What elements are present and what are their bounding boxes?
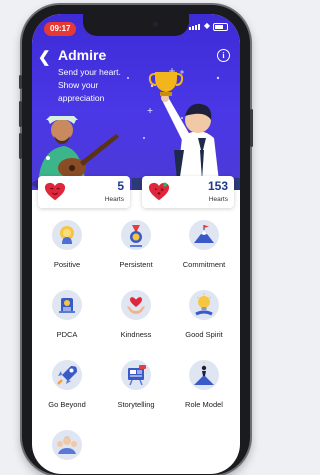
battery-icon (213, 23, 228, 31)
camera (153, 22, 158, 27)
gear-lightbulb-icon (52, 290, 82, 320)
person-summit-icon (189, 360, 219, 390)
hands-heart-icon (121, 290, 151, 320)
page-title: Admire (58, 47, 107, 63)
mountain-flag-icon (189, 220, 219, 250)
mute-switch (19, 75, 22, 89)
wifi-icon: ◆ (203, 21, 210, 30)
notch (83, 14, 189, 36)
phone-frame: 09:17 ◆ ❮ Admire i Send your heart. Show… (19, 5, 253, 475)
badge-commitment[interactable]: Commitment (174, 220, 234, 269)
badge-role-model[interactable]: Role Model (174, 360, 234, 409)
hearts-received-count: 5 (117, 179, 124, 193)
hearts-received-label: Hearts (104, 196, 124, 203)
medal-icon (121, 220, 151, 250)
screen: 09:17 ◆ ❮ Admire i Send your heart. Show… (32, 14, 240, 474)
badge-persistent[interactable]: Persistent (106, 220, 166, 269)
hearts-sent-label: Hearts (208, 196, 228, 203)
badge-kindness[interactable]: Kindness (106, 290, 166, 339)
storyboard-icon (121, 360, 151, 390)
back-button[interactable]: ❮ (38, 48, 51, 66)
badge-label: Commitment (182, 260, 226, 269)
badge-positive[interactable]: Positive (37, 220, 97, 269)
badge-label: Kindness (120, 330, 152, 339)
badge-go-beyond[interactable]: Go Beyond (37, 360, 97, 409)
hearts-received-card[interactable]: 5 Hearts (38, 176, 130, 208)
subtitle-line-1: Send your heart. (58, 67, 121, 77)
subtitle-line-3: appreciation (58, 93, 105, 103)
heart-kiss-icon (148, 182, 170, 201)
badge-label: Good Spirit (185, 330, 223, 339)
power-button (250, 109, 253, 147)
volume-down-button (19, 133, 22, 159)
info-icon[interactable]: i (217, 49, 230, 62)
badge-label: Persistent (119, 260, 153, 269)
head-sun-icon (52, 220, 82, 250)
hearts-sent-count: 153 (207, 179, 228, 193)
signal-icon (188, 23, 201, 31)
badge-storytelling[interactable]: Storytelling (106, 360, 166, 409)
badge-label: Role Model (185, 400, 223, 409)
page-subtitle: Send your heart. Show your appreciation (58, 66, 138, 105)
heart-icon (44, 182, 66, 201)
badge-label: PDCA (56, 330, 78, 339)
badge-label: Storytelling (117, 400, 155, 409)
hearts-sent-card[interactable]: 153 Hearts (142, 176, 234, 208)
volume-up-button (19, 101, 22, 127)
status-time: 09:17 (44, 22, 77, 36)
subtitle-line-2: Show your (58, 80, 99, 90)
badge-label: Go Beyond (48, 400, 86, 409)
badge-pdca[interactable]: PDCA (37, 290, 97, 339)
badge-label: Positive (53, 260, 81, 269)
lightbulb-hand-icon (189, 290, 219, 320)
rocket-icon (52, 360, 82, 390)
badge-good-spirit[interactable]: Good Spirit (174, 290, 234, 339)
status-icons: ◆ (188, 21, 228, 31)
people-group-icon (52, 430, 82, 460)
badge-team[interactable] (37, 430, 97, 470)
